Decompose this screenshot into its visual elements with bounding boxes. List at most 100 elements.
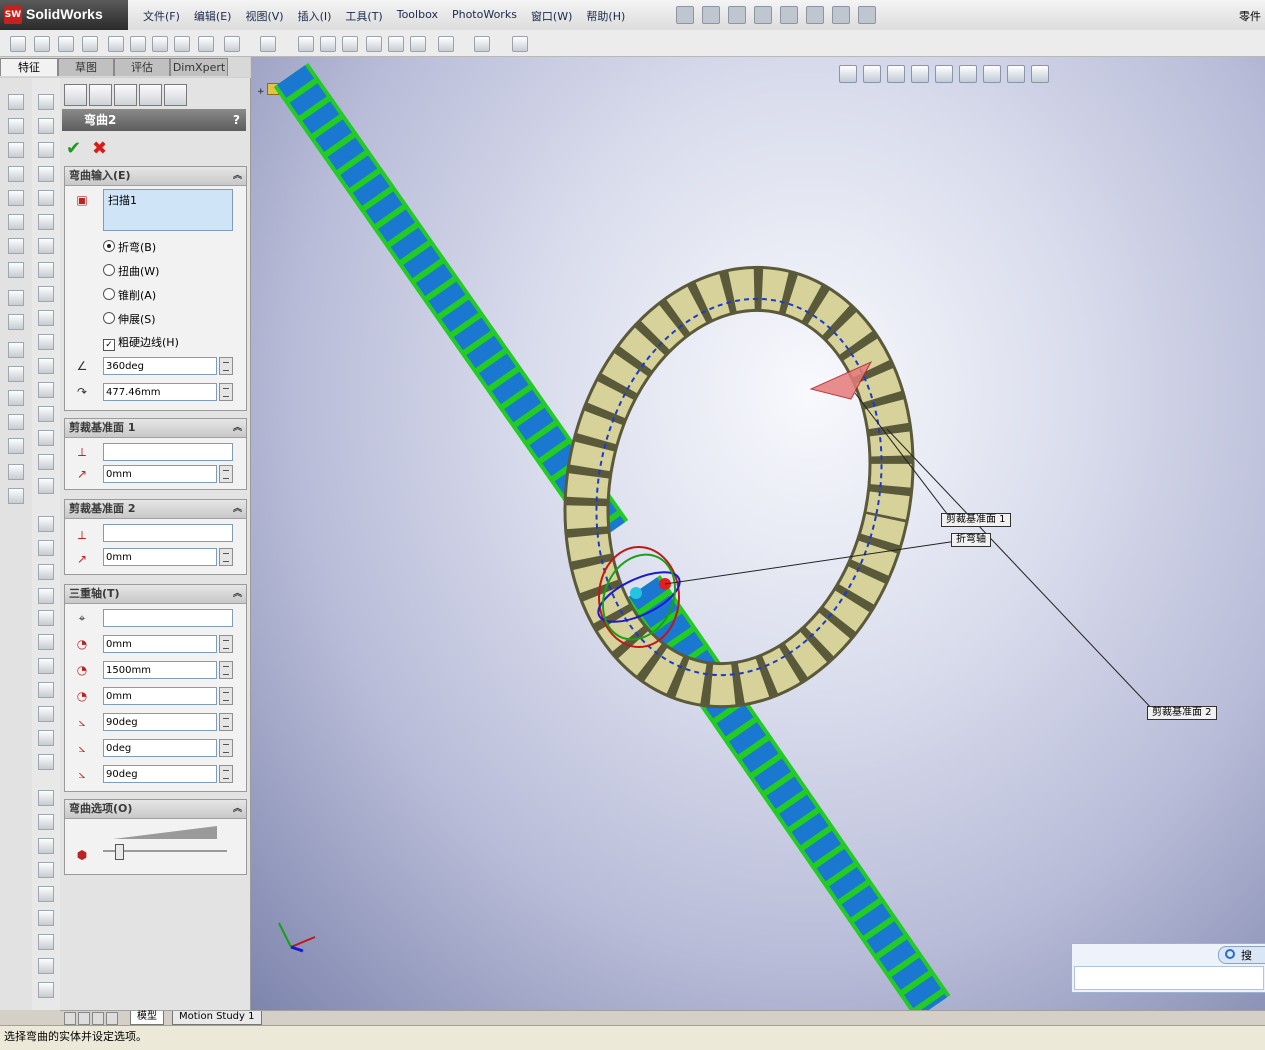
search-input[interactable]: [1074, 966, 1264, 990]
axis-icon[interactable]: [38, 262, 54, 278]
radio-bend[interactable]: 折弯(B): [103, 239, 156, 255]
loft-icon[interactable]: [82, 36, 98, 52]
open-icon[interactable]: [702, 6, 720, 24]
coordinate-system-icon[interactable]: [38, 286, 54, 302]
trimetric-view-icon[interactable]: [38, 706, 54, 722]
print-icon[interactable]: [754, 6, 772, 24]
point-icon[interactable]: [38, 310, 54, 326]
sweep-cut-icon[interactable]: [8, 214, 24, 230]
rib-icon[interactable]: [152, 36, 168, 52]
sketch-icon[interactable]: [38, 958, 54, 974]
trim-plane2-spinner[interactable]: [219, 548, 233, 566]
tab-motion-study-1[interactable]: Motion Study 1: [172, 1011, 262, 1025]
tab-model[interactable]: 模型: [130, 1011, 164, 1025]
triad-ry-spinner[interactable]: [219, 739, 233, 757]
undo-icon[interactable]: [780, 6, 798, 24]
menu-edit[interactable]: 编辑(E): [187, 8, 239, 24]
select-icon[interactable]: [806, 6, 824, 24]
chamfer-icon[interactable]: [130, 36, 146, 52]
tab-features[interactable]: 特征: [0, 58, 58, 76]
angle-field[interactable]: 360deg: [103, 357, 217, 375]
rebuild-icon[interactable]: [832, 6, 850, 24]
property-manager-tab-icon[interactable]: [89, 84, 112, 106]
next-tab-icon[interactable]: [92, 1012, 104, 1025]
tab-dimxpert[interactable]: DimXpert: [170, 58, 228, 76]
draft-icon[interactable]: [8, 366, 24, 382]
bend-options-header[interactable]: 弯曲选项(O) ︽: [65, 800, 246, 819]
callout-trim-plane1[interactable]: 剪裁基准面 1: [941, 513, 1011, 527]
rib-icon[interactable]: [8, 314, 24, 330]
radius-spinner[interactable]: [219, 383, 233, 401]
triad-ry-field[interactable]: 0deg: [103, 739, 217, 757]
triad-y-spinner[interactable]: [219, 661, 233, 679]
tab-evaluate[interactable]: 评估: [114, 58, 170, 76]
tab-sketch[interactable]: 草图: [58, 58, 114, 76]
fillet-icon[interactable]: [38, 94, 54, 110]
menu-view[interactable]: 视图(V): [238, 8, 290, 24]
curves-icon[interactable]: [474, 36, 490, 52]
radio-twist[interactable]: 扭曲(W): [103, 263, 159, 279]
shell-icon[interactable]: [8, 342, 24, 358]
shell-icon[interactable]: [174, 36, 190, 52]
loft-cut-icon[interactable]: [8, 238, 24, 254]
trim-plane2-header[interactable]: 剪裁基准面 2 ︽: [65, 500, 246, 519]
fillet-icon[interactable]: [108, 36, 124, 52]
bodies-selection-box[interactable]: 扫描1: [103, 189, 233, 231]
boundary-cut-icon[interactable]: [8, 262, 24, 278]
perspective-icon[interactable]: [38, 934, 54, 950]
model-view[interactable]: [251, 57, 1265, 1010]
flex-icon[interactable]: [342, 36, 358, 52]
left-view-icon[interactable]: [38, 588, 54, 604]
collapse-chevron-icon[interactable]: ︽: [233, 800, 242, 818]
app-logo[interactable]: SW SolidWorks: [0, 0, 128, 30]
bottom-view-icon[interactable]: [38, 658, 54, 674]
boundary-boss-icon[interactable]: [8, 190, 24, 206]
combine-icon[interactable]: [38, 478, 54, 494]
feature-manager-tab-icon[interactable]: [64, 84, 87, 106]
triad-rz-field[interactable]: 90deg: [103, 765, 217, 783]
collapse-chevron-icon[interactable]: ︽: [233, 167, 242, 185]
sweep-icon[interactable]: [58, 36, 74, 52]
triad-center-handle[interactable]: [630, 587, 642, 599]
triad-y-field[interactable]: 1500mm: [103, 661, 217, 679]
wrap-icon[interactable]: [366, 36, 382, 52]
mirror-icon[interactable]: [298, 36, 314, 52]
graphics-area[interactable]: + 零件1 剪裁基准面 1 折弯轴 剪裁基准面 2 搜: [251, 57, 1265, 1010]
move-face-icon[interactable]: [38, 358, 54, 374]
freeform-icon[interactable]: [38, 454, 54, 470]
triad-rz-spinner[interactable]: [219, 765, 233, 783]
indent-icon[interactable]: [38, 430, 54, 446]
triad-header[interactable]: 三重轴(T) ︽: [65, 585, 246, 604]
mirror-icon[interactable]: [8, 464, 24, 480]
menu-tools[interactable]: 工具(T): [338, 8, 389, 24]
face-fillet-icon[interactable]: [38, 166, 54, 182]
radio-stretch[interactable]: 伸展(S): [103, 311, 156, 327]
revolved-boss-icon[interactable]: [8, 118, 24, 134]
angle-spinner[interactable]: [219, 357, 233, 375]
collapse-chevron-icon[interactable]: ︽: [233, 419, 242, 437]
last-tab-icon[interactable]: [106, 1012, 118, 1025]
menu-file[interactable]: 文件(F): [136, 8, 187, 24]
wrap-icon[interactable]: [8, 390, 24, 406]
move-triad-icon[interactable]: [38, 516, 54, 532]
smart-dimension-icon[interactable]: [38, 982, 54, 998]
extrude-icon[interactable]: [10, 36, 26, 52]
quality-slider-thumb[interactable]: [115, 844, 124, 860]
intersect-icon[interactable]: [388, 36, 404, 52]
triad-selection[interactable]: [103, 609, 233, 627]
configuration-manager-tab-icon[interactable]: [114, 84, 137, 106]
trim-plane1-distance[interactable]: 0mm: [103, 465, 217, 483]
triad-z-spinner[interactable]: [219, 687, 233, 705]
ok-button[interactable]: ✔: [66, 138, 81, 159]
full-round-fillet-icon[interactable]: [38, 190, 54, 206]
triad-rx-spinner[interactable]: [219, 713, 233, 731]
flex-icon[interactable]: [38, 382, 54, 398]
callout-trim-plane2[interactable]: 剪裁基准面 2: [1147, 706, 1217, 720]
collapse-chevron-icon[interactable]: ︽: [233, 585, 242, 603]
back-view-icon[interactable]: [38, 564, 54, 580]
normal-to-icon[interactable]: [38, 754, 54, 770]
shaded-icon[interactable]: [38, 886, 54, 902]
dimetric-view-icon[interactable]: [38, 730, 54, 746]
top-view-icon[interactable]: [38, 634, 54, 650]
collapse-chevron-icon[interactable]: ︽: [233, 500, 242, 518]
